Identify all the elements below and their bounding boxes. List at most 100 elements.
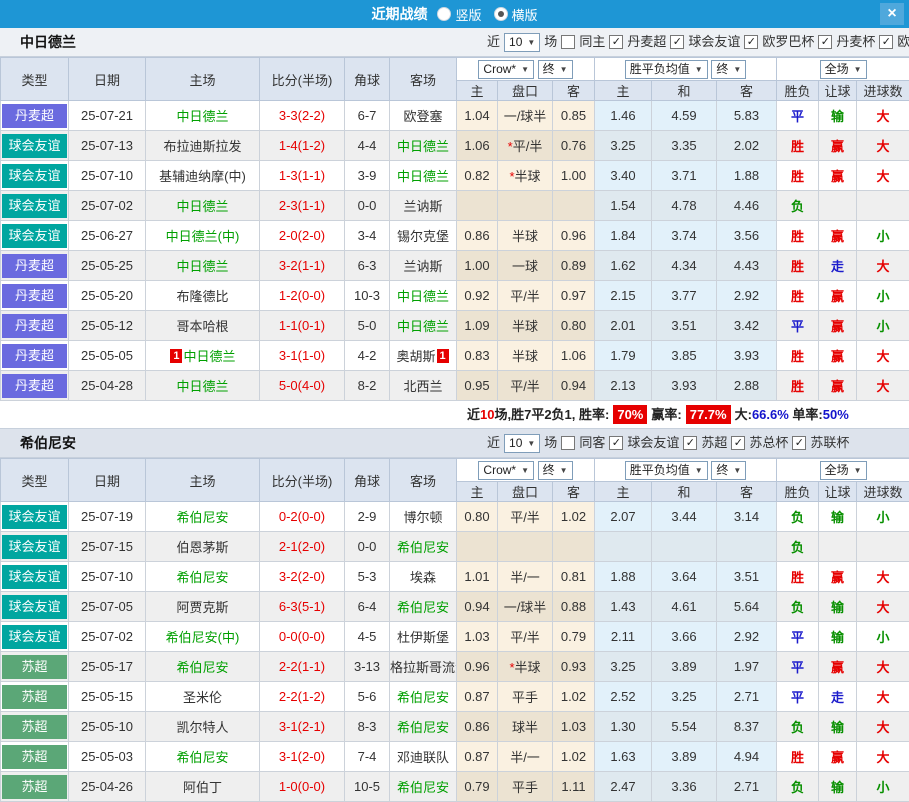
final-odds-select[interactable]: 终▼	[538, 60, 573, 79]
summary-bar: 近10场,胜7平2负1, 胜率:70%赢率:77.7%大:66.6% 单率:50…	[0, 401, 909, 429]
league-filter-checkbox[interactable]: ✓	[670, 35, 684, 49]
odds-home: 0.87	[457, 682, 498, 712]
radio-icon[interactable]	[437, 7, 451, 21]
away-team-name: 中日德兰	[397, 169, 449, 184]
league-filter-checkbox[interactable]: ✓	[731, 436, 745, 450]
away-team-name: 希伯尼安	[397, 540, 449, 555]
match-type-badge: 苏超	[1, 682, 69, 712]
away-team: 希伯尼安	[390, 712, 457, 742]
league-filter-label: 球会友谊	[688, 28, 740, 56]
check-icon: ✓	[612, 37, 621, 48]
match-score: 1-1(0-1)	[260, 311, 345, 341]
summary-segment: 66.6%	[752, 407, 789, 422]
away-team: 杜伊斯堡	[390, 622, 457, 652]
match-date: 25-04-26	[69, 772, 146, 802]
check-icon: ✓	[612, 438, 621, 449]
league-type-badge: 苏超	[2, 775, 67, 799]
league-type-badge: 苏超	[2, 685, 67, 709]
league-type-label: 苏超	[21, 719, 47, 734]
league-filter-checkbox[interactable]: ✓	[609, 436, 623, 450]
corners: 5-0	[345, 311, 390, 341]
final-odds-select[interactable]: 终▼	[711, 461, 746, 480]
games-label: 场	[544, 28, 557, 56]
scope-select[interactable]: 全场▼	[820, 461, 867, 480]
away-team-name: 中日德兰	[397, 139, 449, 154]
league-filter-checkbox[interactable]: ✓	[792, 436, 806, 450]
chevron-down-icon: ▼	[521, 62, 529, 77]
home-team: 中日德兰	[146, 191, 260, 221]
mean-draw: 3.44	[652, 502, 717, 532]
same-venue-checkbox[interactable]: ✓	[561, 436, 575, 450]
result-outcome: 平	[777, 311, 819, 341]
mean-draw: 3.85	[652, 341, 717, 371]
radio-vertical-layout[interactable]: 竖版	[437, 5, 481, 24]
league-type-label: 苏超	[21, 779, 47, 794]
home-team-name: 希伯尼安	[176, 510, 228, 525]
odds-handicap: 平/半	[498, 371, 553, 401]
table-row: 球会友谊25-07-15伯恩茅斯2-1(2-0)0-0希伯尼安负	[1, 532, 909, 562]
match-count-select[interactable]: 10▼	[504, 33, 540, 52]
crow-source-select[interactable]: Crow*▼	[478, 60, 534, 79]
handicap-text: 一/球半	[504, 600, 547, 615]
odds-away: 0.81	[553, 562, 595, 592]
crow-source-select[interactable]: Crow*▼	[478, 461, 534, 480]
away-team: 博尔顿	[390, 502, 457, 532]
match-score: 2-0(2-0)	[260, 221, 345, 251]
home-team: 中日德兰	[146, 101, 260, 131]
mean-type-select[interactable]: 胜平负均值▼	[625, 60, 708, 79]
league-type-badge: 丹麦超	[2, 254, 67, 278]
chevron-down-icon: ▼	[560, 463, 568, 478]
check-icon: ✓	[747, 37, 756, 48]
result-outcome: 负	[777, 191, 819, 221]
home-team: 希伯尼安	[146, 652, 260, 682]
table-row: 球会友谊25-07-02中日德兰2-3(1-1)0-0兰讷斯1.544.784.…	[1, 191, 909, 221]
league-type-badge: 丹麦超	[2, 314, 67, 338]
home-team: 中日德兰	[146, 251, 260, 281]
mean-home: 2.47	[595, 772, 652, 802]
result-goals: 小	[857, 221, 909, 251]
league-type-label: 苏超	[21, 659, 47, 674]
match-date: 25-04-28	[69, 371, 146, 401]
result-handicap: 赢	[819, 652, 857, 682]
summary-segment: 大:	[735, 407, 752, 422]
mean-draw: 3.89	[652, 652, 717, 682]
match-type-badge: 球会友谊	[1, 592, 69, 622]
mean-away: 2.71	[717, 682, 777, 712]
result-goals: 大	[857, 592, 909, 622]
home-team-name: 中日德兰	[176, 379, 228, 394]
result-goals: 小	[857, 502, 909, 532]
final-odds-select[interactable]: 终▼	[538, 461, 573, 480]
odds-handicap	[498, 532, 553, 562]
match-count-value: 10	[509, 436, 522, 451]
away-team: 欧登塞	[390, 101, 457, 131]
result-outcome: 负	[777, 532, 819, 562]
final-odds-select-label: 终	[716, 463, 728, 478]
match-count-select[interactable]: 10▼	[504, 434, 540, 453]
table-row: 苏超25-05-15圣米伦2-2(1-2)5-6希伯尼安0.87平手1.022.…	[1, 682, 909, 712]
league-type-badge: 球会友谊	[2, 535, 67, 559]
league-filter-checkbox[interactable]: ✓	[744, 35, 758, 49]
mean-dropdown-group: 胜平负均值▼ 终▼	[595, 459, 777, 482]
scope-select[interactable]: 全场▼	[820, 60, 867, 79]
mean-away: 2.71	[717, 772, 777, 802]
league-filter-checkbox[interactable]: ✓	[818, 35, 832, 49]
odds-handicap: 平手	[498, 682, 553, 712]
radio-horizontal-layout[interactable]: 横版	[494, 5, 538, 24]
layout-radio-group: 竖版 横版	[437, 5, 537, 24]
match-date: 25-07-19	[69, 502, 146, 532]
corners: 10-5	[345, 772, 390, 802]
final-odds-select[interactable]: 终▼	[711, 60, 746, 79]
league-filter-checkbox[interactable]: ✓	[609, 35, 623, 49]
result-handicap: 输	[819, 712, 857, 742]
mean-type-select[interactable]: 胜平负均值▼	[625, 461, 708, 480]
league-filter-checkbox[interactable]: ✓	[879, 35, 893, 49]
column-header: 日期	[69, 459, 146, 502]
radio-icon[interactable]	[494, 7, 508, 21]
column-header: 让球	[819, 482, 857, 502]
close-icon[interactable]: ×	[880, 3, 904, 25]
league-filter-checkbox[interactable]: ✓	[683, 436, 697, 450]
same-venue-checkbox[interactable]: ✓	[561, 35, 575, 49]
filter-controls: 近10▼场✓同主✓丹麦超✓球会友谊✓欧罗巴杯✓丹麦杯✓欧冠杯	[487, 28, 909, 56]
result-outcome: 胜	[777, 161, 819, 191]
mean-home	[595, 532, 652, 562]
